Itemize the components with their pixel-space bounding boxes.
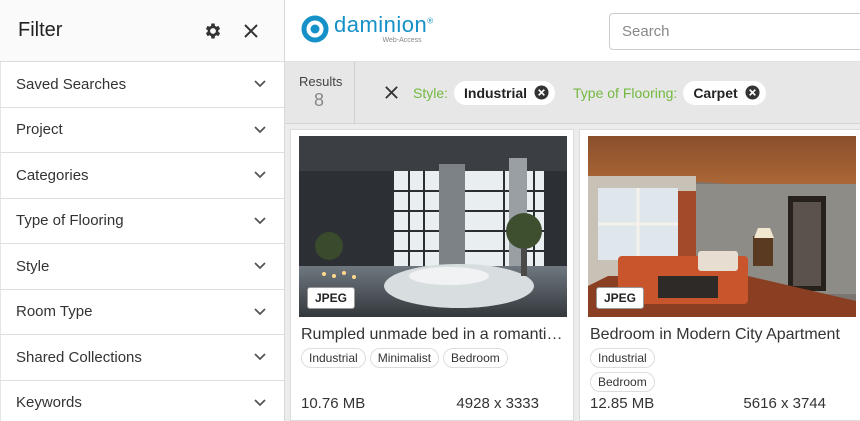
daminion-logo[interactable]: daminion® Web-Access	[301, 14, 434, 44]
filter-section-shared-collections[interactable]: Shared Collections	[0, 335, 284, 381]
remove-circle-icon[interactable]	[745, 85, 760, 100]
tag[interactable]: Bedroom	[443, 348, 508, 368]
file-size: 10.76 MB	[301, 395, 366, 412]
format-badge: JPEG	[307, 287, 356, 309]
asset-card[interactable]: JPEG Bedroom in Modern City Apartment In…	[579, 129, 860, 421]
filter-section-label: Shared Collections	[16, 348, 142, 366]
filter-chip-industrial[interactable]: Industrial	[454, 80, 556, 105]
tag[interactable]: Industrial	[590, 348, 655, 368]
chevron-down-icon	[252, 122, 268, 138]
filter-panel: Filter Saved Searches Project Categories…	[0, 0, 285, 421]
asset-thumbnail[interactable]: JPEG	[588, 136, 856, 317]
results-count: Results 8	[285, 62, 355, 123]
tag-list: Industrial Bedroom	[590, 348, 655, 392]
search-input[interactable]	[609, 13, 860, 50]
filter-section-style[interactable]: Style	[0, 244, 284, 290]
results-label: Results	[299, 74, 343, 89]
close-icon[interactable]	[236, 16, 266, 46]
filter-chip-carpet[interactable]: Carpet	[683, 80, 766, 105]
tag[interactable]: Industrial	[301, 348, 366, 368]
asset-thumbnail[interactable]: JPEG	[299, 136, 567, 317]
tag[interactable]: Bedroom	[590, 372, 655, 392]
chevron-down-icon	[252, 349, 268, 365]
top-bar: daminion® Web-Access	[285, 0, 860, 62]
facet-label-style: Style:	[413, 84, 449, 101]
tag-list: Industrial Minimalist Bedroom	[301, 348, 567, 368]
image-dimensions: 4928 x 3333	[456, 395, 539, 412]
file-size: 12.85 MB	[590, 395, 655, 412]
chevron-down-icon	[252, 167, 268, 183]
chevron-down-icon	[252, 304, 268, 320]
filter-section-label: Style	[16, 257, 50, 275]
filter-section-type-of-flooring[interactable]: Type of Flooring	[0, 198, 284, 244]
chevron-down-icon	[252, 258, 268, 274]
filter-section-project[interactable]: Project	[0, 107, 284, 153]
brand-trademark: ®	[427, 16, 434, 26]
image-dimensions: 5616 x 3744	[743, 395, 826, 412]
chevron-down-icon	[252, 76, 268, 92]
clear-filters-icon[interactable]	[381, 83, 401, 103]
asset-title[interactable]: Rumpled unmade bed in a romantic loft	[301, 326, 567, 344]
filter-section-label: Project	[16, 121, 63, 139]
results-grid: JPEG Rumpled unmade bed in a romantic lo…	[285, 124, 860, 421]
filter-section-label: Type of Flooring	[16, 212, 124, 230]
filter-section-saved-searches[interactable]: Saved Searches	[0, 62, 284, 108]
facet-label-type-of-flooring: Type of Flooring:	[573, 84, 678, 101]
chevron-down-icon	[252, 395, 268, 411]
filter-section-label: Keywords	[16, 394, 82, 412]
asset-title[interactable]: Bedroom in Modern City Apartment	[590, 326, 856, 344]
format-badge: JPEG	[596, 287, 645, 309]
filter-title: Filter	[18, 19, 63, 41]
chip-label: Industrial	[464, 84, 528, 101]
filter-section-keywords[interactable]: Keywords	[0, 380, 284, 421]
filter-section-label: Saved Searches	[16, 75, 127, 93]
filter-section-categories[interactable]: Categories	[0, 153, 284, 199]
chip-label: Carpet	[693, 84, 738, 101]
active-filters-bar: Results 8 Style: Industrial Type of Floo…	[285, 62, 860, 124]
remove-circle-icon[interactable]	[534, 85, 549, 100]
gear-icon[interactable]	[198, 16, 228, 46]
chevron-down-icon	[252, 213, 268, 229]
brand-name: daminion	[334, 12, 428, 37]
filter-header: Filter	[0, 0, 284, 62]
filter-section-label: Room Type	[16, 303, 93, 321]
results-number: 8	[314, 90, 325, 110]
asset-card[interactable]: JPEG Rumpled unmade bed in a romantic lo…	[290, 129, 574, 421]
filter-section-room-type[interactable]: Room Type	[0, 289, 284, 335]
tag[interactable]: Minimalist	[369, 348, 440, 368]
filter-section-label: Categories	[16, 166, 89, 184]
brand-tagline: Web-Access	[382, 37, 422, 44]
logo-mark-icon	[301, 15, 329, 43]
